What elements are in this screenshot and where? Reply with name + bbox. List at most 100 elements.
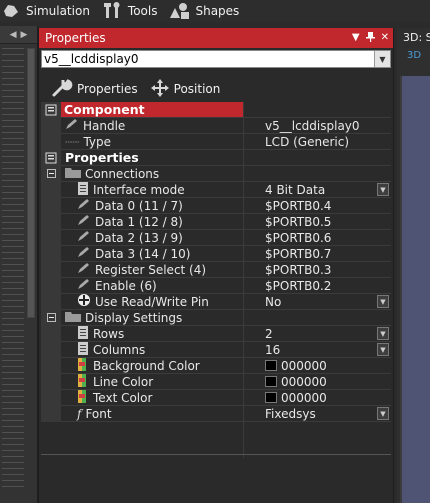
property-label: Background Color (93, 358, 200, 373)
chevron-down-icon[interactable]: ▼ (377, 407, 389, 420)
property-value[interactable]: 4 Bit Data (243, 183, 391, 197)
property-value[interactable]: Fixedsys (243, 407, 391, 421)
chevron-down-icon[interactable]: ▼ (377, 295, 389, 308)
tab-properties-label: Properties (77, 82, 138, 96)
collapse-minus-icon[interactable] (41, 165, 61, 182)
property-row[interactable]: Columns 16 ▼ (41, 341, 391, 358)
property-value[interactable]: 000000 (243, 359, 391, 373)
move-arrows-icon (150, 78, 170, 101)
property-row[interactable]: f Font Fixedsys ▼ (41, 405, 391, 422)
property-value[interactable]: 16 (243, 343, 391, 357)
collapse-icon[interactable] (41, 149, 61, 166)
group-connections[interactable]: Connections (41, 165, 391, 182)
color-swatch[interactable] (265, 376, 277, 387)
chevron-down-icon[interactable]: ▼ (377, 183, 389, 196)
tab-position[interactable]: Position (150, 78, 220, 101)
plus-circle-icon (77, 293, 91, 310)
3d-tab[interactable]: 3D (397, 48, 430, 64)
tools-menu[interactable]: Tools (102, 0, 157, 22)
list-icon (77, 181, 89, 198)
property-row-type[interactable]: ┄┄ Type LCD (Generic) (41, 133, 391, 150)
property-value-text: $PORTB0.2 (265, 278, 332, 293)
group-display-settings[interactable]: Display Settings (41, 309, 391, 326)
property-value[interactable]: $PORTB0.5 (243, 215, 391, 229)
left-panel-scrollbar[interactable] (27, 48, 35, 318)
property-label: Enable (6) (95, 278, 157, 293)
property-value-text: 000000 (281, 358, 327, 373)
3d-panel-title: 3D: S (397, 28, 430, 48)
section-properties-label: Properties (65, 150, 139, 165)
property-label: Interface mode (93, 182, 185, 197)
section-properties[interactable]: Properties (41, 149, 391, 166)
simulation-menu[interactable]: Simulation (0, 0, 90, 22)
property-label: Columns (93, 342, 146, 357)
3d-viewport[interactable] (400, 76, 430, 503)
property-row[interactable]: Use Read/Write Pin No ▼ (41, 293, 391, 310)
property-value[interactable]: $PORTB0.4 (243, 199, 391, 213)
shapes-menu[interactable]: Shapes (169, 0, 239, 22)
property-row[interactable]: Data 3 (14 / 10) $PORTB0.7 (41, 245, 391, 262)
property-label: Rows (93, 326, 125, 341)
property-row[interactable]: Background Color 000000 (41, 357, 391, 374)
property-label: Register Select (4) (95, 262, 207, 277)
property-value-text: 000000 (281, 374, 327, 389)
close-icon[interactable]: ✕ (381, 32, 389, 45)
property-label: Data 1 (12 / 8) (95, 214, 183, 229)
property-row-handle[interactable]: Handle v5__lcddisplay0 (41, 117, 391, 134)
tools-icon (102, 1, 124, 21)
connections-label: Connections (85, 166, 160, 181)
section-component[interactable]: Component (41, 101, 391, 118)
arrow-right-icon[interactable]: ▶ (21, 30, 28, 40)
property-value[interactable]: 000000 (243, 375, 391, 389)
wrench-icon (51, 78, 73, 101)
property-value[interactable]: $PORTB0.6 (243, 231, 391, 245)
property-grid: Component Handle v5__lcddisplay0 ┄┄ Type… (41, 101, 391, 458)
property-label: Line Color (93, 374, 154, 389)
color-palette-icon (77, 389, 89, 406)
property-row[interactable]: Interface mode 4 Bit Data ▼ (41, 181, 391, 198)
property-value-text: $PORTB0.5 (265, 214, 332, 229)
properties-panel: Properties ▼ ✕ v5__lcddisplay0 ▼ Propert… (38, 28, 394, 503)
panel-menu-icon[interactable]: ▼ (352, 32, 360, 45)
property-value[interactable]: $PORTB0.7 (243, 247, 391, 261)
property-label: Use Read/Write Pin (95, 294, 209, 309)
property-row[interactable]: Rows 2 ▼ (41, 325, 391, 342)
tree-line-icon: ┄┄ (65, 134, 80, 149)
property-row[interactable]: Register Select (4) $PORTB0.3 (41, 261, 391, 278)
properties-panel-titlebar: Properties ▼ ✕ (39, 28, 393, 48)
pencil-icon (77, 278, 91, 293)
property-label: Font (85, 406, 112, 421)
chevron-down-icon[interactable]: ▼ (377, 343, 389, 356)
property-value[interactable]: $PORTB0.2 (243, 279, 391, 293)
left-panel-grid (2, 48, 24, 488)
handle-label: Handle (83, 118, 126, 133)
property-row[interactable]: Enable (6) $PORTB0.2 (41, 277, 391, 294)
pin-icon[interactable] (365, 31, 375, 45)
property-row[interactable]: Data 2 (13 / 9) $PORTB0.6 (41, 229, 391, 246)
collapse-icon[interactable] (41, 101, 61, 118)
handle-value[interactable]: v5__lcddisplay0 (243, 119, 391, 133)
property-row[interactable]: Data 1 (12 / 8) $PORTB0.5 (41, 213, 391, 230)
property-label: Data 0 (11 / 7) (95, 198, 183, 213)
property-row[interactable]: Text Color 000000 (41, 389, 391, 406)
list-icon (77, 325, 89, 342)
color-swatch[interactable] (265, 392, 277, 403)
property-value[interactable]: $PORTB0.3 (243, 263, 391, 277)
property-row[interactable]: Data 0 (11 / 7) $PORTB0.4 (41, 197, 391, 214)
chevron-down-icon[interactable]: ▼ (377, 327, 389, 340)
property-value[interactable]: 2 (243, 327, 391, 341)
collapse-minus-icon[interactable] (41, 309, 61, 326)
property-value[interactable]: No (243, 295, 391, 309)
font-icon: f (77, 406, 82, 421)
panel-divider (41, 454, 391, 455)
color-swatch[interactable] (265, 360, 277, 371)
object-selector-value: v5__lcddisplay0 (44, 52, 139, 66)
chevron-down-icon[interactable]: ▼ (374, 51, 390, 67)
property-value[interactable]: 000000 (243, 391, 391, 405)
pencil-icon (65, 118, 79, 133)
type-label: Type (83, 134, 112, 149)
object-selector[interactable]: v5__lcddisplay0 ▼ (41, 50, 391, 68)
property-row[interactable]: Line Color 000000 (41, 373, 391, 390)
arrow-left-icon[interactable]: ◀ (10, 30, 17, 40)
tab-properties[interactable]: Properties (51, 78, 138, 101)
